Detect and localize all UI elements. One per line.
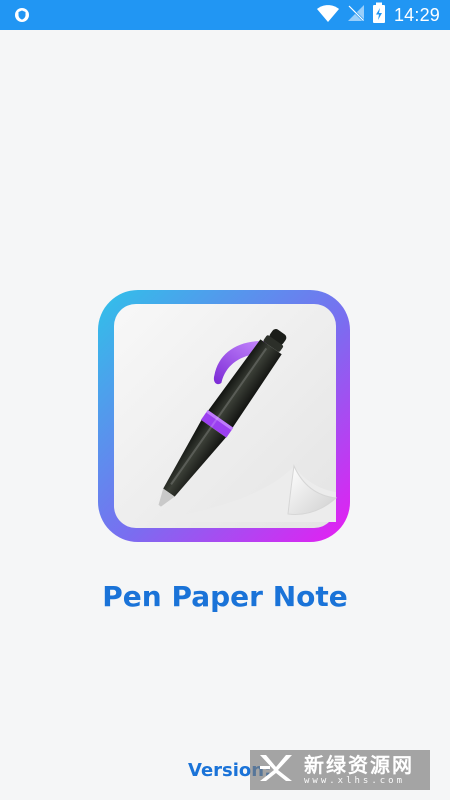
- no-signal-icon: [346, 3, 366, 27]
- watermark-title: 新绿资源网: [304, 752, 414, 777]
- shield-icon: [14, 7, 30, 23]
- battery-charging-icon: [372, 2, 386, 28]
- status-time: 14:29: [393, 4, 440, 25]
- wifi-icon: [316, 3, 340, 27]
- app-title: Pen Paper Note: [102, 580, 348, 613]
- status-icons: 14:29: [316, 0, 440, 30]
- watermark-url: www.xlhs.com: [304, 775, 406, 786]
- pen-paper-icon: [98, 290, 350, 542]
- status-bar: 14:29: [0, 0, 450, 30]
- xlhs-logo-icon: [258, 753, 294, 787]
- watermark: 新绿资源网 www.xlhs.com: [250, 750, 430, 790]
